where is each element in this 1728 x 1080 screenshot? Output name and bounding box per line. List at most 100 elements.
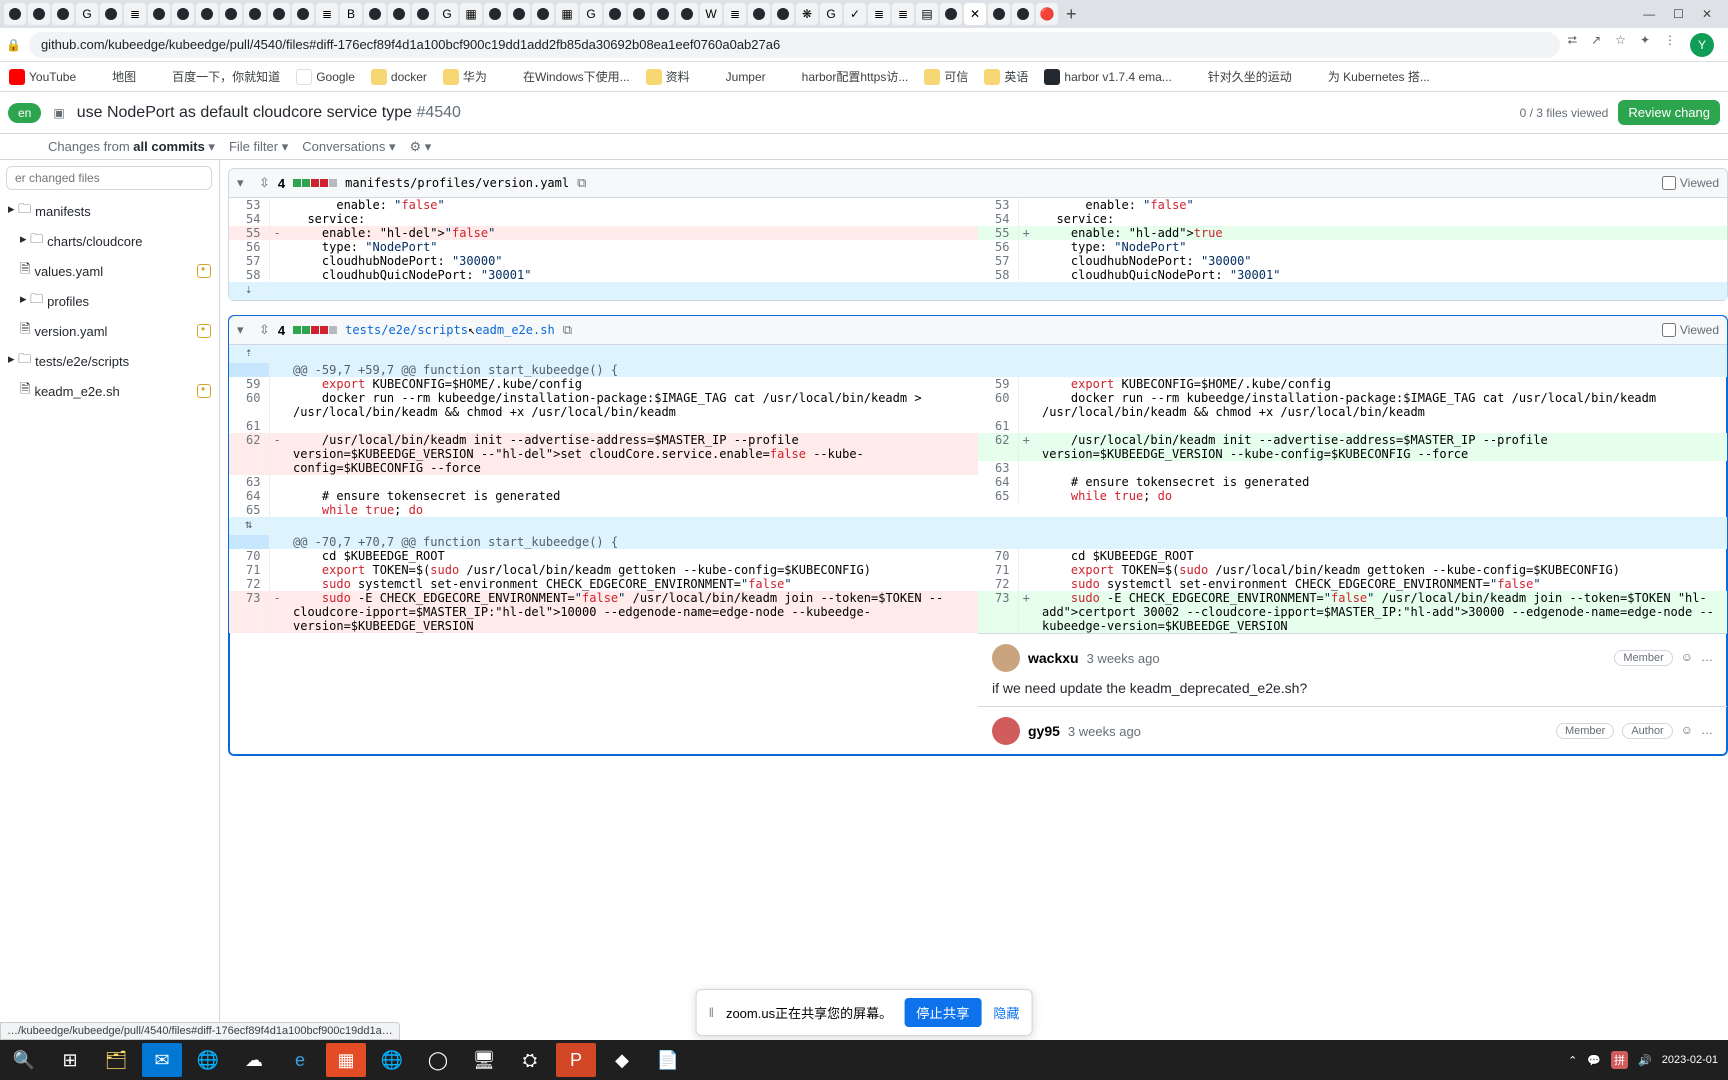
- powerpoint-icon[interactable]: P: [556, 1043, 596, 1077]
- code-line[interactable]: service:: [285, 212, 978, 226]
- code-line[interactable]: enable: "false": [1034, 198, 1727, 212]
- app-icon[interactable]: 📄: [648, 1043, 688, 1077]
- browser-tab[interactable]: [484, 3, 506, 25]
- code-line[interactable]: # ensure tokensecret is generated: [1034, 475, 1727, 489]
- line-number[interactable]: 72: [229, 577, 269, 591]
- line-number[interactable]: 60: [229, 391, 269, 419]
- code-line[interactable]: export KUBECONFIG=$HOME/.kube/config: [285, 377, 978, 391]
- line-number[interactable]: 64: [229, 489, 269, 503]
- expand-icon[interactable]: ⇅: [229, 517, 269, 535]
- code-line[interactable]: sudo -E CHECK_EDGECORE_ENVIRONMENT="fals…: [285, 591, 978, 633]
- bookmark-item[interactable]: Jumper: [701, 67, 771, 87]
- browser-tab[interactable]: [292, 3, 314, 25]
- menu-icon[interactable]: ⋮: [1664, 33, 1676, 57]
- more-icon[interactable]: …: [1701, 650, 1713, 666]
- browser-tab[interactable]: ≣: [724, 3, 746, 25]
- viewed-checkbox[interactable]: Viewed: [1662, 176, 1719, 190]
- expand-down-icon[interactable]: ⇣: [229, 282, 269, 300]
- browser-tab[interactable]: 🔴: [1036, 3, 1058, 25]
- bookmark-item[interactable]: 百度一下，你就知道: [147, 66, 285, 87]
- tree-file[interactable]: 🗎values.yaml: [0, 256, 219, 286]
- tree-folder[interactable]: ▸ 🗀profiles: [0, 286, 219, 316]
- line-number[interactable]: 59: [978, 377, 1018, 391]
- app-icon[interactable]: 🖥: [464, 1043, 504, 1077]
- copy-path-icon[interactable]: ⧉: [577, 175, 586, 191]
- file-path[interactable]: manifests/profiles/version.yaml: [345, 176, 569, 190]
- browser-tab[interactable]: [268, 3, 290, 25]
- avatar[interactable]: [992, 644, 1020, 672]
- chrome-icon[interactable]: 🌐: [188, 1043, 228, 1077]
- browser-tab[interactable]: ▤: [916, 3, 938, 25]
- line-number[interactable]: 72: [978, 577, 1018, 591]
- bookmark-item[interactable]: 在Windows下使用...: [498, 66, 635, 87]
- translate-icon[interactable]: ⮂: [1568, 33, 1578, 57]
- bookmark-item[interactable]: 为 Kubernetes 搭...: [1303, 66, 1435, 87]
- code-line[interactable]: service:: [1034, 212, 1727, 226]
- conversations-dropdown[interactable]: Conversations ▾: [302, 139, 395, 155]
- browser-tab[interactable]: [28, 3, 50, 25]
- file-header[interactable]: ▾ ⇳ 4 manifests/profiles/version.yaml ⧉ …: [229, 169, 1727, 198]
- browser-tab[interactable]: [532, 3, 554, 25]
- code-line[interactable]: enable: "hl-add">true: [1034, 226, 1727, 240]
- url-input[interactable]: [29, 32, 1560, 58]
- browser-tab[interactable]: [772, 3, 794, 25]
- tree-folder[interactable]: ▸ 🗀manifests: [0, 196, 219, 226]
- code-line[interactable]: [1034, 419, 1727, 433]
- site-info-icon[interactable]: 🔒: [6, 38, 21, 52]
- expand-all-icon[interactable]: ⇳: [259, 175, 270, 191]
- line-number[interactable]: 73: [978, 591, 1018, 633]
- code-line[interactable]: sudo systemctl set-environment CHECK_EDG…: [1034, 577, 1727, 591]
- code-line[interactable]: cloudhubNodePort: "30000": [285, 254, 978, 268]
- emoji-icon[interactable]: ☺: [1681, 723, 1693, 739]
- file-header[interactable]: ▾ ⇳ 4 tests/e2e/scripts↖eadm_e2e.sh ⧉ Vi…: [229, 316, 1727, 345]
- browser-tab[interactable]: [220, 3, 242, 25]
- code-line[interactable]: docker run --rm kubeedge/installation-pa…: [1034, 391, 1727, 419]
- bookmark-item[interactable]: 针对久坐的运动: [1183, 66, 1297, 87]
- expand-up-icon[interactable]: ⇡: [229, 345, 269, 363]
- avatar[interactable]: [992, 717, 1020, 745]
- app-icon[interactable]: ☁: [234, 1043, 274, 1077]
- code-line[interactable]: docker run --rm kubeedge/installation-pa…: [285, 391, 978, 419]
- file-filter-dropdown[interactable]: File filter ▾: [229, 139, 288, 155]
- line-number[interactable]: 56: [229, 240, 269, 254]
- line-number[interactable]: 63: [978, 461, 1018, 475]
- code-line[interactable]: cd $KUBEEDGE_ROOT: [1034, 549, 1727, 563]
- code-line[interactable]: sudo systemctl set-environment CHECK_EDG…: [285, 577, 978, 591]
- browser-tab[interactable]: [52, 3, 74, 25]
- line-number[interactable]: 55: [229, 226, 269, 240]
- line-number[interactable]: 63: [229, 475, 269, 489]
- code-line[interactable]: type: "NodePort": [285, 240, 978, 254]
- bookmark-item[interactable]: docker: [366, 67, 432, 87]
- line-number[interactable]: 60: [978, 391, 1018, 419]
- browser-tab[interactable]: G: [580, 3, 602, 25]
- code-line[interactable]: while true; do: [285, 503, 978, 517]
- line-number[interactable]: 71: [978, 563, 1018, 577]
- browser-tab[interactable]: [652, 3, 674, 25]
- line-number[interactable]: 55: [978, 226, 1018, 240]
- browser-tab[interactable]: [628, 3, 650, 25]
- line-number[interactable]: 65: [229, 503, 269, 517]
- bookmark-item[interactable]: Google: [291, 67, 360, 87]
- bookmark-item[interactable]: harbor v1.7.4 ema...: [1039, 67, 1176, 87]
- browser-tab[interactable]: [364, 3, 386, 25]
- outlook-icon[interactable]: ✉: [142, 1043, 182, 1077]
- file-explorer-icon[interactable]: 🗂: [96, 1043, 136, 1077]
- line-number[interactable]: 54: [978, 212, 1018, 226]
- tree-folder[interactable]: ▸ 🗀tests/e2e/scripts: [0, 346, 219, 376]
- code-line[interactable]: enable: "false": [285, 198, 978, 212]
- code-line[interactable]: export TOKEN=$(sudo /usr/local/bin/keadm…: [285, 563, 978, 577]
- new-tab-button[interactable]: +: [1060, 4, 1083, 25]
- viewed-checkbox[interactable]: Viewed: [1662, 323, 1719, 337]
- line-number[interactable]: 64: [978, 475, 1018, 489]
- browser-tab[interactable]: [748, 3, 770, 25]
- app-icon[interactable]: ◯: [418, 1043, 458, 1077]
- clock[interactable]: 2023-02-01: [1662, 1054, 1718, 1066]
- code-line[interactable]: /usr/local/bin/keadm init --advertise-ad…: [1034, 433, 1727, 461]
- code-line[interactable]: cloudhubNodePort: "30000": [1034, 254, 1727, 268]
- browser-tab[interactable]: [388, 3, 410, 25]
- bookmark-item[interactable]: YouTube: [4, 67, 81, 87]
- browser-tab[interactable]: [676, 3, 698, 25]
- chrome-icon-2[interactable]: 🌐: [372, 1043, 412, 1077]
- tree-file[interactable]: 🗎keadm_e2e.sh: [0, 376, 219, 406]
- browser-tab[interactable]: W: [700, 3, 722, 25]
